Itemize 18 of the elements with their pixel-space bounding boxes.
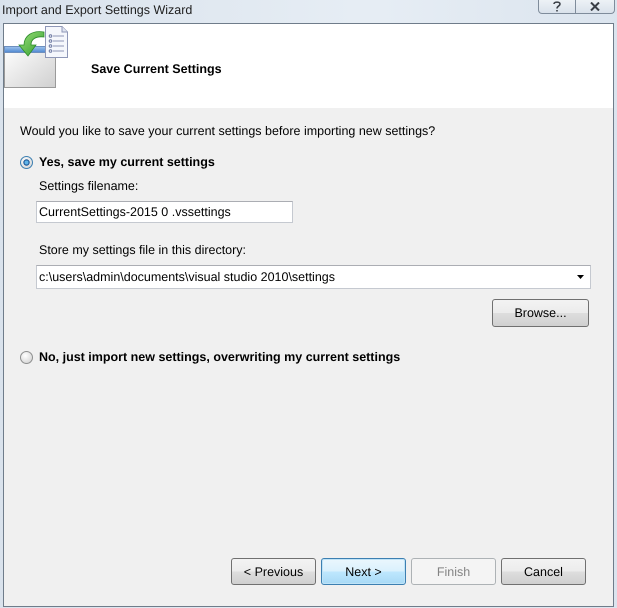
page-title: Save Current Settings [91,61,222,77]
directory-dropdown[interactable]: c:\users\admin\documents\visual studio 2010\settings [36,265,591,289]
filename-field[interactable]: CurrentSettings-2015 0 .vssettings [36,201,293,223]
field-label: Store my settings file in this directory: [39,242,248,258]
window-title: Import and Export Settings Wizard [1,2,192,18]
radio-button[interactable] [20,156,33,168]
radio-button[interactable] [20,350,33,364]
cancel-button[interactable]: Cancel [501,558,586,585]
option-label[interactable]: No, just import new settings, overwriting my current settings [39,349,400,365]
caret-icon [577,275,584,279]
next-button[interactable]: Next > [321,558,406,585]
field-label: Settings filename: [39,178,140,194]
close-icon [590,2,600,10]
option-label[interactable]: Yes, save my current settings [39,154,215,170]
help-icon [553,0,561,12]
browse-button[interactable]: Browse... [492,299,589,327]
question-text: Would you like to save your current settings before importing new settings? [20,123,436,139]
previous-button[interactable]: < Previous [231,558,316,585]
